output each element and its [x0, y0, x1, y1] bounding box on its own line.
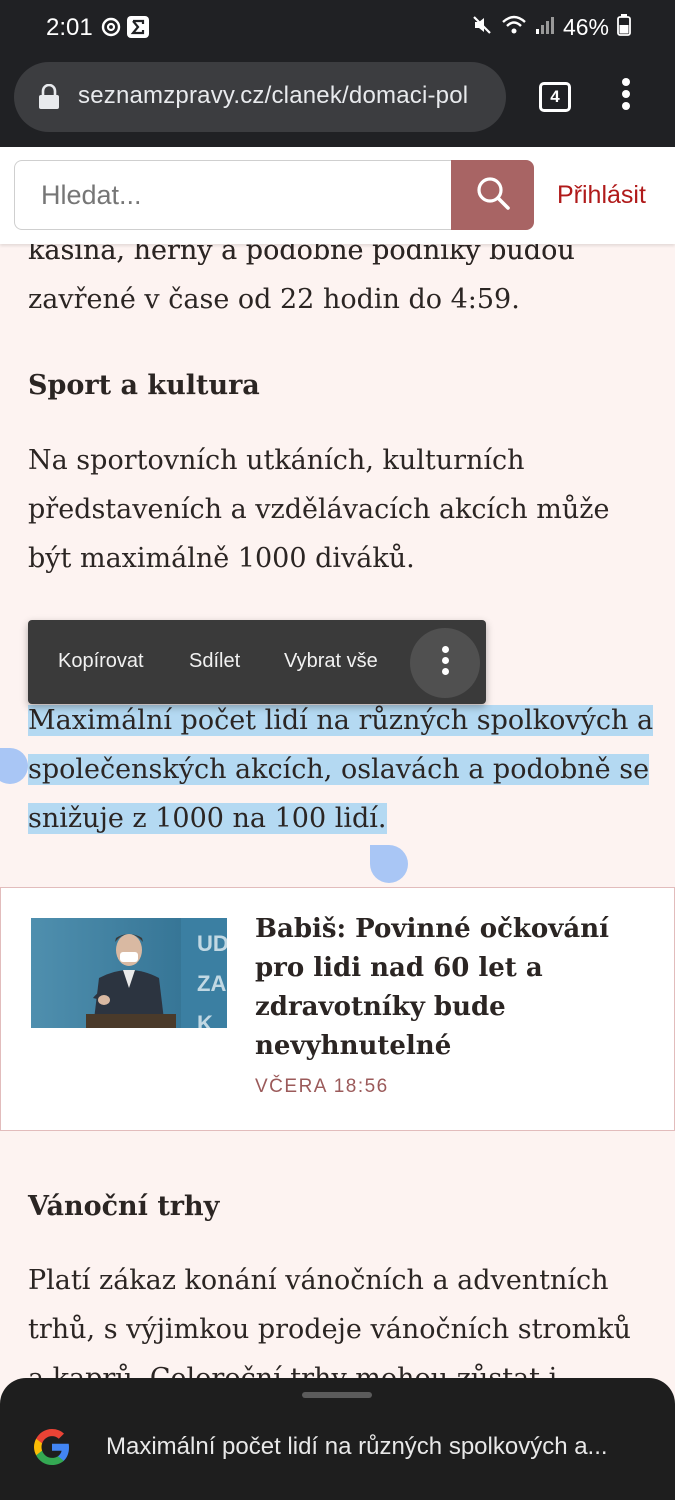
selected-line: společenských akcích, oslavách a podobně… — [28, 754, 650, 785]
select-all-menu-item[interactable]: Vybrat vše — [284, 650, 378, 673]
selection-handle-end[interactable] — [370, 845, 408, 883]
selected-line: Maximální počet lidí na různých spolkový… — [28, 705, 654, 736]
mute-icon — [471, 14, 493, 41]
more-options-button[interactable] — [410, 628, 480, 698]
section-heading-sport: Sport a kultura — [28, 370, 260, 401]
sigma-app-icon — [127, 16, 149, 38]
share-menu-item[interactable]: Sdílet — [189, 650, 240, 673]
wifi-icon — [501, 14, 527, 41]
selection-handle-start[interactable] — [0, 748, 28, 784]
search-submit-button[interactable] — [451, 160, 534, 230]
status-time: 2:01 — [46, 14, 93, 41]
search-input-field[interactable] — [14, 160, 452, 230]
selected-line: snižuje z 1000 na 100 lidí. — [28, 803, 387, 834]
related-article-card[interactable]: UD ZA K Babiš: Povinné očkování pro lidi… — [0, 887, 675, 1131]
site-header-overlay: Přihlásit — [0, 147, 675, 244]
login-link-text[interactable]: Přihlásit — [557, 181, 646, 210]
browser-chrome: 2:01 46% seznamzpravy.cz/clanek/domaci-p… — [0, 0, 675, 147]
status-bar: 2:01 46% — [0, 0, 675, 58]
related-article-time: VČERA 18:56 — [255, 1076, 389, 1097]
address-bar[interactable]: seznamzpravy.cz/clanek/domaci-pol — [14, 62, 506, 132]
more-vert-icon — [410, 628, 480, 675]
at-sign-icon — [101, 16, 121, 38]
clipped-line-fragment: kasina, herny a podobné podniky budou — [28, 244, 575, 266]
google-icon — [31, 1426, 73, 1473]
browser-menu-button[interactable] — [616, 78, 636, 118]
battery-icon — [617, 14, 631, 41]
sheet-drag-handle[interactable] — [302, 1392, 372, 1398]
clipped-line-visible: kasina, herny a podobné podniky budou — [28, 244, 668, 268]
copy-menu-item[interactable]: Kopírovat — [58, 650, 144, 673]
google-lens-bottom-sheet[interactable]: Maximální počet lidí na různých spolkový… — [0, 1378, 675, 1500]
section-heading-christmas: Vánoční trhy — [28, 1191, 220, 1222]
paragraph-sport: Na sportovních utkáních, kulturních před… — [28, 445, 610, 574]
selected-text-preview: Maximální počet lidí na různých spolkový… — [106, 1433, 608, 1460]
lock-icon — [38, 83, 60, 115]
battery-percent: 46% — [562, 14, 609, 40]
related-article-title[interactable]: Babiš: Povinné očkování pro lidi nad 60 … — [255, 910, 645, 1066]
article-paragraph-line: zavřené v čase od 22 hodin do 4:59. — [28, 284, 520, 315]
search-icon — [475, 175, 511, 216]
signal-icon — [535, 15, 555, 40]
related-article-thumbnail: UD ZA K — [31, 918, 227, 1028]
thumbnail-overlay-text: UD ZA K — [197, 931, 227, 1028]
text-selection-menu: Kopírovat Sdílet Vybrat vše — [28, 620, 486, 704]
url-text: seznamzpravy.cz/clanek/domaci-pol — [78, 82, 469, 109]
tab-switcher-button[interactable]: 4 — [539, 82, 571, 112]
selected-paragraph: Maximální počet lidí na různých spolkový… — [28, 696, 675, 843]
